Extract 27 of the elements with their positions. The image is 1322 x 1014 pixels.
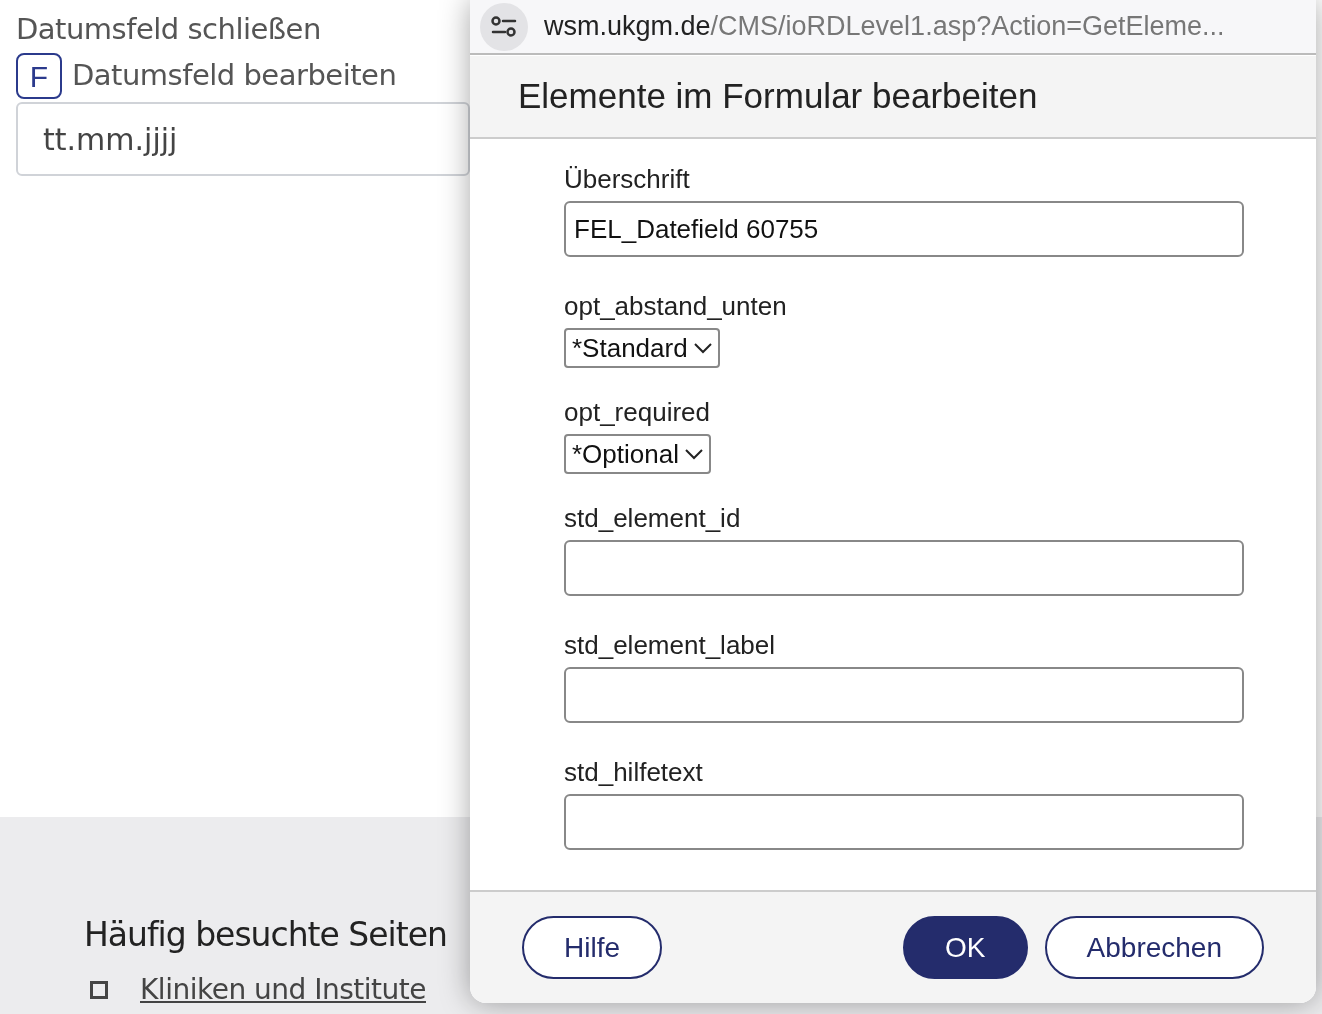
- dropdown[interactable]: *Standard: [564, 328, 720, 368]
- letter-badge-icon: F: [16, 53, 62, 99]
- footer-heading: Häufig besuchte Seiten: [84, 914, 447, 956]
- dialog-button[interactable]: Hilfe: [522, 916, 662, 979]
- close-link[interactable]: Datumsfeld schließen: [16, 10, 321, 48]
- field-label: std_element_label: [564, 629, 777, 661]
- text-field[interactable]: [564, 794, 1244, 850]
- text-field[interactable]: [564, 667, 1244, 723]
- field-label: Überschrift: [564, 163, 691, 195]
- field-label: opt_required: [564, 396, 711, 428]
- site-settings-icon[interactable]: [480, 2, 528, 51]
- field-label: std_element_id: [564, 502, 742, 534]
- field-label: std_hilfetext: [564, 756, 704, 788]
- footer-link[interactable]: Kliniken und Institute: [140, 969, 426, 1011]
- dropdown[interactable]: *Optional: [564, 434, 711, 474]
- square-bullet-icon: [90, 981, 108, 999]
- url-text: wsm.ukgm.de/CMS/ioRDLevel1.asp?Action=GetEleme...: [544, 10, 1225, 44]
- dialog-title: Elemente im Formular bearbeiten: [518, 75, 1038, 118]
- dialog-button[interactable]: OK: [903, 916, 1028, 979]
- text-field[interactable]: FEL_Datefield 60755: [564, 201, 1244, 257]
- text-field[interactable]: [564, 540, 1244, 596]
- dialog-button[interactable]: Abbrechen: [1044, 916, 1264, 979]
- date-field[interactable]: tt.mm.jjjj: [16, 102, 470, 176]
- chevron-down-icon: [693, 342, 712, 354]
- chevron-down-icon: [684, 448, 703, 460]
- edit-link[interactable]: Datumsfeld bearbeiten: [72, 54, 397, 98]
- field-label: opt_abstand_unten: [564, 290, 788, 322]
